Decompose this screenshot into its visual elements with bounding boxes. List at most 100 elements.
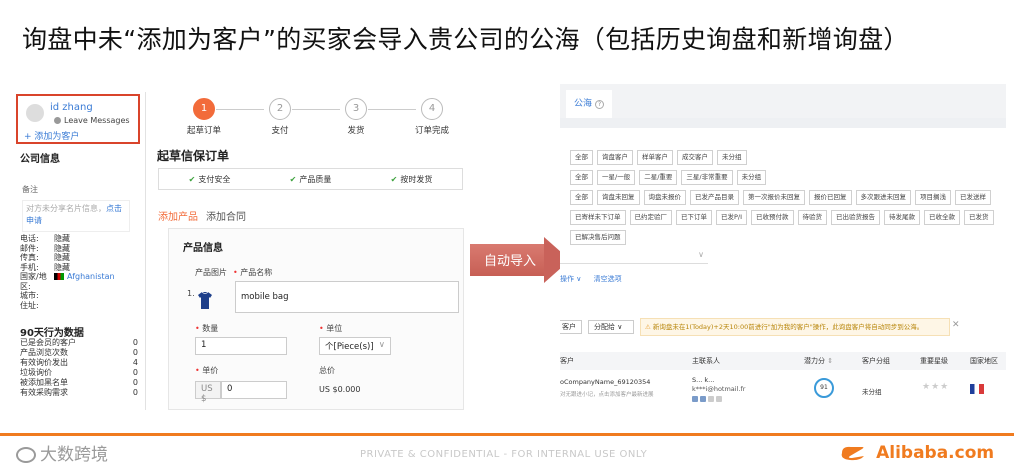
confidential-notice: PRIVATE & CONFIDENTIAL - FOR INTERNAL US… bbox=[360, 449, 648, 460]
table-row[interactable]: oCompanyName_69120354 对无跟进小记，点击添加客户最新进展 … bbox=[560, 372, 1006, 412]
filter-select[interactable]: ∨ bbox=[560, 248, 708, 264]
filter-chip[interactable]: 已发P/I bbox=[716, 210, 748, 225]
filter-chip[interactable]: 未分组 bbox=[717, 150, 747, 165]
operations-dropdown[interactable]: 操作 ∨ bbox=[560, 275, 581, 283]
table-header: 客户 主联系人 潜力分 ⇕ 客户分组 重要星级 国家地区 bbox=[560, 352, 1006, 370]
filter-chip[interactable]: 已约定验厂 bbox=[629, 210, 672, 225]
info-row: 城市: bbox=[20, 291, 39, 300]
product-name-label: • 产品名称 bbox=[233, 268, 273, 277]
filter-row-status: 全部 询盘未回复 询盘未报价 已发产品目录 第一次报价未回复 报价已回复 多次跟… bbox=[570, 190, 1006, 205]
contact-email: k***i@hotmail.fr bbox=[692, 385, 746, 393]
filter-row-type: 全部 询盘客户 样单客户 成交客户 未分组 bbox=[570, 150, 1006, 165]
filter-chip[interactable]: 报价已回复 bbox=[809, 190, 852, 205]
tab-public-pool[interactable]: 公海? bbox=[566, 90, 613, 118]
stat-row: 垃圾询价 0 bbox=[20, 368, 138, 377]
guarantee-bar: ✔ 支付安全 ✔ 产品质量 ✔ 按时发货 bbox=[158, 168, 463, 190]
col-potential[interactable]: 潜力分 ⇕ bbox=[804, 356, 833, 366]
arrow-label: 自动导入 bbox=[484, 254, 537, 269]
filter-chip[interactable]: 成交客户 bbox=[677, 150, 713, 165]
behavior-stats-list: 已是会员的客户 0 产品浏览次数 0 有效询价发出 4 垃圾询价 0 被添加黑名单 0 有… bbox=[20, 338, 138, 398]
buyer-profile-card: id zhang Leave Messages + 添加为客户 bbox=[16, 94, 140, 144]
company-info-title: 公司信息 bbox=[20, 154, 60, 165]
filter-chip[interactable]: 未分组 bbox=[736, 170, 767, 185]
chevron-down-icon: ∨ bbox=[698, 250, 704, 259]
auto-sync-notice: ⚠ 新询盘未在1(Today)+2天10:00前进行"加为我的客户"操作，此询盘… bbox=[640, 318, 950, 336]
product-index: 1. bbox=[187, 289, 195, 298]
filter-area: 全部 询盘客户 样单客户 成交客户 未分组 全部 一星/一般 二星/重要 三星/… bbox=[570, 150, 1006, 250]
customer-group: 未分组 bbox=[862, 388, 882, 396]
customer-company[interactable]: oCompanyName_69120354 bbox=[560, 378, 650, 386]
panel-divider bbox=[145, 92, 146, 410]
close-icon[interactable]: ✕ bbox=[952, 320, 960, 330]
contact-info-list: 电话: 隐藏 邮件: 隐藏 传真: 隐藏 手机: 隐藏 国家/地区: Afghanista… bbox=[20, 234, 140, 310]
tab-bar: 公海? bbox=[560, 84, 1006, 118]
contact-name: S... k... bbox=[692, 376, 715, 384]
tshirt-product-icon[interactable] bbox=[195, 289, 215, 311]
assign-to-dropdown[interactable]: 分配给 ∨ bbox=[588, 320, 634, 334]
public-pool-screenshot: 公海? 全部 询盘客户 样单客户 成交客户 未分组 全部 一星/一般 二星/重要… bbox=[560, 84, 1006, 414]
product-name-input[interactable]: mobile bag bbox=[235, 281, 459, 313]
filter-chip[interactable]: 二星/重要 bbox=[639, 170, 678, 185]
leave-messages-link[interactable]: Leave Messages bbox=[64, 116, 130, 125]
filter-row-stars: 全部 一星/一般 二星/重要 三星/非常重要 未分组 bbox=[570, 170, 1006, 185]
col-stars: 重要星级 bbox=[920, 357, 948, 365]
clear-options-link[interactable]: 清空选项 bbox=[594, 275, 622, 283]
col-customer: 客户 bbox=[560, 357, 574, 365]
note-label: 备注 bbox=[22, 185, 38, 194]
filter-chip[interactable]: 全部 bbox=[570, 150, 593, 165]
filter-chip[interactable]: 已解决售后问题 bbox=[570, 230, 626, 245]
tab-add-contract[interactable]: 添加合同 bbox=[206, 208, 246, 223]
customer-button[interactable]: 客户 bbox=[560, 320, 582, 334]
unit-select[interactable]: 个[Piece(s)] ∨ bbox=[319, 337, 391, 355]
order-progress-steps: 1 起草订单 2 支付 3 发货 4 订单完成 bbox=[174, 98, 449, 138]
phone-icon bbox=[708, 396, 714, 402]
stat-row: 有效询价发出 4 bbox=[20, 358, 138, 367]
quantity-input[interactable]: 1 bbox=[195, 337, 287, 355]
filter-chip[interactable]: 样单客户 bbox=[637, 150, 673, 165]
step-shipping: 3 发货 bbox=[326, 98, 386, 136]
operations-bar: 操作 ∨ 清空选项 bbox=[560, 274, 632, 284]
filter-chip[interactable]: 已发送样 bbox=[955, 190, 991, 205]
step-payment: 2 支付 bbox=[250, 98, 310, 136]
filter-chip[interactable]: 询盘未报价 bbox=[643, 190, 686, 205]
filter-chip[interactable]: 已收全款 bbox=[924, 210, 961, 225]
filter-chip[interactable]: 已出验货报告 bbox=[831, 210, 881, 225]
note-box[interactable]: 对方未分享名片信息，点击申请 bbox=[22, 200, 130, 232]
info-row: 电话: 隐藏 bbox=[20, 234, 70, 243]
add-as-customer-button[interactable]: + 添加为客户 bbox=[24, 129, 79, 142]
country-link[interactable]: Afghanistan bbox=[67, 272, 115, 281]
guarantee-item: ✔ 支付安全 bbox=[188, 174, 231, 184]
filter-chip[interactable]: 一星/一般 bbox=[597, 170, 636, 185]
filter-chip[interactable]: 已寄样未下订单 bbox=[570, 210, 626, 225]
filter-chip[interactable]: 已发产品目录 bbox=[690, 190, 739, 205]
filter-chip[interactable]: 待发尾款 bbox=[884, 210, 921, 225]
filter-chip[interactable]: 项目搁浅 bbox=[915, 190, 951, 205]
star-rating[interactable]: ★★★ bbox=[922, 382, 949, 392]
filter-chip[interactable]: 已发货 bbox=[964, 210, 994, 225]
help-icon[interactable]: ? bbox=[595, 100, 605, 109]
message-icon bbox=[54, 117, 61, 124]
buyer-name-link[interactable]: id zhang bbox=[50, 102, 93, 113]
unit-price-label: • 单价 bbox=[195, 366, 219, 375]
filter-chip[interactable]: 第一次报价未回复 bbox=[743, 190, 805, 205]
unit-price-input[interactable]: 0 bbox=[221, 381, 287, 399]
potential-score: 91 bbox=[814, 378, 834, 398]
step-draft-order: 1 起草订单 bbox=[174, 98, 234, 136]
filter-chip[interactable]: 待验货 bbox=[797, 210, 828, 225]
filter-chip[interactable]: 询盘客户 bbox=[597, 150, 633, 165]
total-price-value: US $0.000 bbox=[319, 385, 361, 394]
filter-chip[interactable]: 三星/非常重要 bbox=[681, 170, 733, 185]
card-icon bbox=[716, 396, 722, 402]
product-info-panel: 产品信息 产品图片 • 产品名称 1. mobile bag • 数量 • 单位… bbox=[168, 228, 464, 410]
filter-chip[interactable]: 已收预付款 bbox=[751, 210, 794, 225]
filter-chip[interactable]: 已下订单 bbox=[676, 210, 712, 225]
filter-chip[interactable]: 多次跟进未回复 bbox=[855, 190, 911, 205]
france-flag-icon bbox=[970, 384, 984, 394]
info-row: 住址: bbox=[20, 300, 39, 310]
filter-chip[interactable]: 询盘未回复 bbox=[597, 190, 640, 205]
filter-chip[interactable]: 全部 bbox=[570, 170, 593, 185]
tab-add-product[interactable]: 添加产品 bbox=[158, 208, 198, 223]
filter-chip[interactable]: 全部 bbox=[570, 190, 593, 205]
guarantee-item: ✔ 按时发货 bbox=[390, 174, 433, 184]
list-toolbar: 客户 分配给 ∨ ⚠ 新询盘未在1(Today)+2天10:00前进行"加为我的… bbox=[560, 318, 1006, 336]
